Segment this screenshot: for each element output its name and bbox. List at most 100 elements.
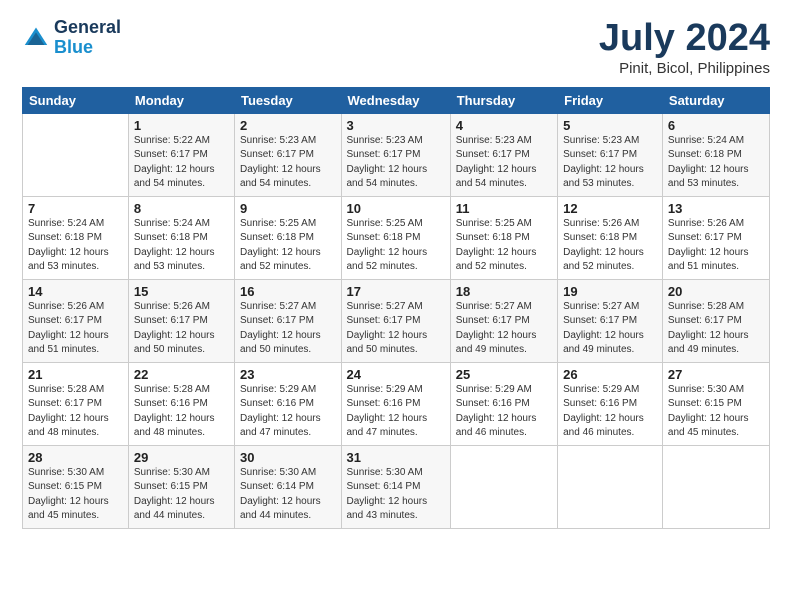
day-number: 10 [347,201,445,216]
calendar-cell: 22Sunrise: 5:28 AMSunset: 6:16 PMDayligh… [128,362,234,445]
weekday-header-saturday: Saturday [662,87,769,113]
day-number: 20 [668,284,764,299]
calendar-cell: 1Sunrise: 5:22 AMSunset: 6:17 PMDaylight… [128,113,234,196]
weekday-header-thursday: Thursday [450,87,557,113]
day-info: Sunrise: 5:26 AMSunset: 6:17 PMDaylight:… [668,217,764,275]
day-info: Sunrise: 5:25 AMSunset: 6:18 PMDaylight:… [240,217,336,275]
calendar-cell: 29Sunrise: 5:30 AMSunset: 6:15 PMDayligh… [128,445,234,528]
day-info: Sunrise: 5:26 AMSunset: 6:18 PMDaylight:… [563,217,657,275]
day-info: Sunrise: 5:25 AMSunset: 6:18 PMDaylight:… [347,217,445,275]
calendar-cell: 20Sunrise: 5:28 AMSunset: 6:17 PMDayligh… [662,279,769,362]
day-info: Sunrise: 5:23 AMSunset: 6:17 PMDaylight:… [563,134,657,192]
calendar-cell: 6Sunrise: 5:24 AMSunset: 6:18 PMDaylight… [662,113,769,196]
calendar-cell: 25Sunrise: 5:29 AMSunset: 6:16 PMDayligh… [450,362,557,445]
day-info: Sunrise: 5:23 AMSunset: 6:17 PMDaylight:… [240,134,336,192]
calendar-cell [23,113,129,196]
day-info: Sunrise: 5:24 AMSunset: 6:18 PMDaylight:… [134,217,229,275]
calendar-cell: 17Sunrise: 5:27 AMSunset: 6:17 PMDayligh… [341,279,450,362]
day-info: Sunrise: 5:23 AMSunset: 6:17 PMDaylight:… [456,134,552,192]
weekday-header-tuesday: Tuesday [235,87,342,113]
day-number: 8 [134,201,229,216]
day-number: 24 [347,367,445,382]
day-number: 13 [668,201,764,216]
weekday-header-row: SundayMondayTuesdayWednesdayThursdayFrid… [23,87,770,113]
day-number: 22 [134,367,229,382]
day-info: Sunrise: 5:29 AMSunset: 6:16 PMDaylight:… [563,383,657,441]
day-info: Sunrise: 5:25 AMSunset: 6:18 PMDaylight:… [456,217,552,275]
day-number: 21 [28,367,123,382]
day-number: 2 [240,118,336,133]
calendar-cell: 8Sunrise: 5:24 AMSunset: 6:18 PMDaylight… [128,196,234,279]
day-number: 5 [563,118,657,133]
logo: General Blue [22,18,121,58]
calendar-body: 1Sunrise: 5:22 AMSunset: 6:17 PMDaylight… [23,113,770,528]
day-info: Sunrise: 5:24 AMSunset: 6:18 PMDaylight:… [28,217,123,275]
logo-blue: Blue [54,37,93,57]
day-number: 7 [28,201,123,216]
day-number: 3 [347,118,445,133]
weekday-header-wednesday: Wednesday [341,87,450,113]
day-number: 28 [28,450,123,465]
day-number: 23 [240,367,336,382]
day-info: Sunrise: 5:29 AMSunset: 6:16 PMDaylight:… [456,383,552,441]
day-info: Sunrise: 5:27 AMSunset: 6:17 PMDaylight:… [456,300,552,358]
calendar-cell: 7Sunrise: 5:24 AMSunset: 6:18 PMDaylight… [23,196,129,279]
calendar-cell [662,445,769,528]
calendar-cell: 19Sunrise: 5:27 AMSunset: 6:17 PMDayligh… [558,279,663,362]
calendar-cell: 21Sunrise: 5:28 AMSunset: 6:17 PMDayligh… [23,362,129,445]
day-number: 15 [134,284,229,299]
calendar-cell: 9Sunrise: 5:25 AMSunset: 6:18 PMDaylight… [235,196,342,279]
calendar-cell: 3Sunrise: 5:23 AMSunset: 6:17 PMDaylight… [341,113,450,196]
calendar-cell: 23Sunrise: 5:29 AMSunset: 6:16 PMDayligh… [235,362,342,445]
day-number: 25 [456,367,552,382]
calendar-cell: 26Sunrise: 5:29 AMSunset: 6:16 PMDayligh… [558,362,663,445]
day-info: Sunrise: 5:28 AMSunset: 6:17 PMDaylight:… [28,383,123,441]
day-number: 12 [563,201,657,216]
calendar-week-5: 28Sunrise: 5:30 AMSunset: 6:15 PMDayligh… [23,445,770,528]
day-number: 26 [563,367,657,382]
day-info: Sunrise: 5:23 AMSunset: 6:17 PMDaylight:… [347,134,445,192]
day-info: Sunrise: 5:30 AMSunset: 6:15 PMDaylight:… [28,466,123,524]
calendar-cell [450,445,557,528]
day-info: Sunrise: 5:30 AMSunset: 6:15 PMDaylight:… [668,383,764,441]
logo-text: General Blue [54,18,121,58]
calendar-week-1: 1Sunrise: 5:22 AMSunset: 6:17 PMDaylight… [23,113,770,196]
calendar: SundayMondayTuesdayWednesdayThursdayFrid… [22,87,770,529]
calendar-cell: 27Sunrise: 5:30 AMSunset: 6:15 PMDayligh… [662,362,769,445]
day-info: Sunrise: 5:29 AMSunset: 6:16 PMDaylight:… [240,383,336,441]
header: General Blue July 2024 Pinit, Bicol, Phi… [22,18,770,77]
calendar-week-2: 7Sunrise: 5:24 AMSunset: 6:18 PMDaylight… [23,196,770,279]
calendar-cell: 2Sunrise: 5:23 AMSunset: 6:17 PMDaylight… [235,113,342,196]
day-number: 9 [240,201,336,216]
day-number: 27 [668,367,764,382]
day-number: 31 [347,450,445,465]
calendar-cell: 15Sunrise: 5:26 AMSunset: 6:17 PMDayligh… [128,279,234,362]
day-number: 1 [134,118,229,133]
calendar-week-4: 21Sunrise: 5:28 AMSunset: 6:17 PMDayligh… [23,362,770,445]
weekday-header-sunday: Sunday [23,87,129,113]
calendar-cell: 12Sunrise: 5:26 AMSunset: 6:18 PMDayligh… [558,196,663,279]
title-month: July 2024 [599,18,770,60]
calendar-week-3: 14Sunrise: 5:26 AMSunset: 6:17 PMDayligh… [23,279,770,362]
calendar-cell: 5Sunrise: 5:23 AMSunset: 6:17 PMDaylight… [558,113,663,196]
page: General Blue July 2024 Pinit, Bicol, Phi… [0,0,792,612]
calendar-cell: 4Sunrise: 5:23 AMSunset: 6:17 PMDaylight… [450,113,557,196]
day-info: Sunrise: 5:26 AMSunset: 6:17 PMDaylight:… [134,300,229,358]
day-number: 6 [668,118,764,133]
day-number: 16 [240,284,336,299]
logo-general: General [54,17,121,37]
title-block: July 2024 Pinit, Bicol, Philippines [599,18,770,77]
weekday-header-friday: Friday [558,87,663,113]
day-number: 30 [240,450,336,465]
calendar-cell [558,445,663,528]
day-info: Sunrise: 5:30 AMSunset: 6:14 PMDaylight:… [240,466,336,524]
day-number: 17 [347,284,445,299]
calendar-cell: 13Sunrise: 5:26 AMSunset: 6:17 PMDayligh… [662,196,769,279]
day-info: Sunrise: 5:26 AMSunset: 6:17 PMDaylight:… [28,300,123,358]
day-number: 18 [456,284,552,299]
title-location: Pinit, Bicol, Philippines [599,60,770,77]
day-info: Sunrise: 5:22 AMSunset: 6:17 PMDaylight:… [134,134,229,192]
logo-icon [22,24,50,52]
calendar-cell: 24Sunrise: 5:29 AMSunset: 6:16 PMDayligh… [341,362,450,445]
calendar-cell: 28Sunrise: 5:30 AMSunset: 6:15 PMDayligh… [23,445,129,528]
